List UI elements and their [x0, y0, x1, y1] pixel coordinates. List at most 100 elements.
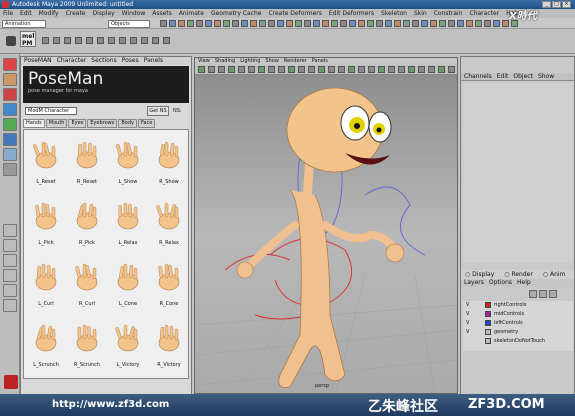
- pose-thumbnail[interactable]: L_Relax: [108, 193, 148, 253]
- viewport-menu-item[interactable]: Lighting: [240, 58, 260, 65]
- layout-four-icon[interactable]: [3, 239, 17, 252]
- menu-item[interactable]: Edit: [20, 9, 32, 18]
- status-line-icon[interactable]: [250, 20, 257, 27]
- status-line-icon[interactable]: [349, 20, 356, 27]
- status-line-icon[interactable]: [412, 20, 419, 27]
- viewport-tool-icon[interactable]: [368, 66, 375, 73]
- layer-row[interactable]: VmidControls: [463, 310, 573, 318]
- status-line-icon[interactable]: [331, 20, 338, 27]
- layer-color-swatch[interactable]: [485, 311, 491, 317]
- shelf-button-icon[interactable]: [86, 37, 93, 44]
- manipulator-icon[interactable]: [3, 148, 17, 161]
- layer-visibility-toggle[interactable]: V: [466, 319, 469, 327]
- status-line-icon[interactable]: [223, 20, 230, 27]
- layer-row[interactable]: Vgeometry: [463, 328, 573, 336]
- shelf-button-icon[interactable]: [53, 37, 60, 44]
- pose-thumbnail[interactable]: R_Scrunch: [67, 315, 107, 375]
- poseman-menu-item[interactable]: Sections: [91, 57, 116, 65]
- poseman-menu-item[interactable]: Character: [57, 57, 87, 65]
- pose-thumbnail[interactable]: L_Cone: [108, 254, 148, 314]
- viewport-tool-icon[interactable]: [258, 66, 265, 73]
- status-line-icon[interactable]: [394, 20, 401, 27]
- layout-outliner-icon[interactable]: [3, 269, 17, 282]
- status-line-icon[interactable]: [466, 20, 473, 27]
- layout-side-icon[interactable]: [3, 254, 17, 267]
- channel-box-tab[interactable]: Object: [513, 73, 533, 80]
- viewport-tool-icon[interactable]: [198, 66, 205, 73]
- pose-thumbnail[interactable]: L_Reset: [26, 132, 66, 192]
- paint-select-icon[interactable]: [3, 88, 17, 101]
- layer-type-radio[interactable]: ○ Anim: [543, 270, 566, 279]
- status-line-icon[interactable]: [286, 20, 293, 27]
- viewport-tool-icon[interactable]: [298, 66, 305, 73]
- status-line-icon[interactable]: [304, 20, 311, 27]
- section-tab[interactable]: Body: [118, 119, 137, 128]
- viewport-scene[interactable]: [195, 75, 457, 393]
- status-line-icon[interactable]: [169, 20, 176, 27]
- new-layer-icon[interactable]: [529, 290, 537, 298]
- viewport-tool-icon[interactable]: [418, 66, 425, 73]
- menu-item[interactable]: Create Deformers: [268, 9, 321, 18]
- viewport-tool-icon[interactable]: [388, 66, 395, 73]
- status-line-icon[interactable]: [430, 20, 437, 27]
- viewport-tool-icon[interactable]: [318, 66, 325, 73]
- viewport-tool-icon[interactable]: [408, 66, 415, 73]
- select-tool-icon[interactable]: [3, 58, 17, 71]
- menu-item[interactable]: Create: [66, 9, 86, 18]
- menu-item[interactable]: Display: [93, 9, 115, 18]
- shelf-button-icon[interactable]: [108, 37, 115, 44]
- mode-select[interactable]: Animation: [2, 20, 46, 28]
- layer-menu-item[interactable]: Options: [489, 279, 512, 287]
- pose-thumbnail[interactable]: L_Victory: [108, 315, 148, 375]
- delete-layer-icon[interactable]: [549, 290, 557, 298]
- menu-item[interactable]: Skeleton: [381, 9, 407, 18]
- get-ns-button[interactable]: Get NS: [147, 106, 169, 116]
- status-line-icon[interactable]: [385, 20, 392, 27]
- perspective-viewport[interactable]: View Shading Lighting Show Renderer Panels: [194, 57, 458, 394]
- layout-hypershade-icon[interactable]: [3, 299, 17, 312]
- status-line-icon[interactable]: [367, 20, 374, 27]
- viewport-tool-icon[interactable]: [398, 66, 405, 73]
- shelf-button-icon[interactable]: [119, 37, 126, 44]
- objects-field[interactable]: Objects: [108, 20, 150, 28]
- section-tab[interactable]: Hands: [23, 119, 45, 128]
- layer-type-radio[interactable]: ○ Display: [465, 270, 494, 279]
- menu-item[interactable]: Edit Deformers: [329, 9, 374, 18]
- pose-thumbnail[interactable]: R_Pick: [67, 193, 107, 253]
- menu-item[interactable]: Skin: [414, 9, 427, 18]
- status-line-icon[interactable]: [268, 20, 275, 27]
- status-line-icon[interactable]: [313, 20, 320, 27]
- status-line-icon[interactable]: [493, 20, 500, 27]
- status-line-icon[interactable]: [232, 20, 239, 27]
- shelf-mel-pm-button[interactable]: mel PM: [20, 31, 36, 47]
- status-line-icon[interactable]: [448, 20, 455, 27]
- menu-item[interactable]: Constrain: [434, 9, 463, 18]
- pose-thumbnail[interactable]: L_Curl: [26, 254, 66, 314]
- status-line-icon[interactable]: [340, 20, 347, 27]
- pose-thumbnail[interactable]: L_Pick: [26, 193, 66, 253]
- layer-type-radio[interactable]: ○ Render: [504, 270, 533, 279]
- lasso-tool-icon[interactable]: [3, 73, 17, 86]
- pose-thumbnail[interactable]: R_Relax: [149, 193, 189, 253]
- layout-graph-icon[interactable]: [3, 284, 17, 297]
- layer-color-swatch[interactable]: [485, 320, 491, 326]
- menu-item[interactable]: Animate: [179, 9, 204, 18]
- shelf-settings-icon[interactable]: [6, 36, 16, 46]
- pose-thumbnail[interactable]: R_Victory: [149, 315, 189, 375]
- pose-thumbnail[interactable]: R_Cone: [149, 254, 189, 314]
- channel-box-tab[interactable]: Channels: [464, 73, 492, 80]
- status-line-icon[interactable]: [475, 20, 482, 27]
- poseman-menu-item[interactable]: Panels: [144, 57, 163, 65]
- menu-item[interactable]: Character: [470, 9, 500, 18]
- shelf-button-icon[interactable]: [141, 37, 148, 44]
- status-line-icon[interactable]: [178, 20, 185, 27]
- character-select[interactable]: ModM Character: [25, 107, 77, 115]
- viewport-tool-icon[interactable]: [268, 66, 275, 73]
- status-line-icon[interactable]: [376, 20, 383, 27]
- menu-item[interactable]: Geometry Cache: [211, 9, 261, 18]
- pose-thumbnail[interactable]: R_Reset: [67, 132, 107, 192]
- layer-menu-item[interactable]: Layers: [464, 279, 484, 287]
- status-line-icon[interactable]: [421, 20, 428, 27]
- status-line-icon[interactable]: [295, 20, 302, 27]
- poseman-menu-item[interactable]: Poses: [122, 57, 139, 65]
